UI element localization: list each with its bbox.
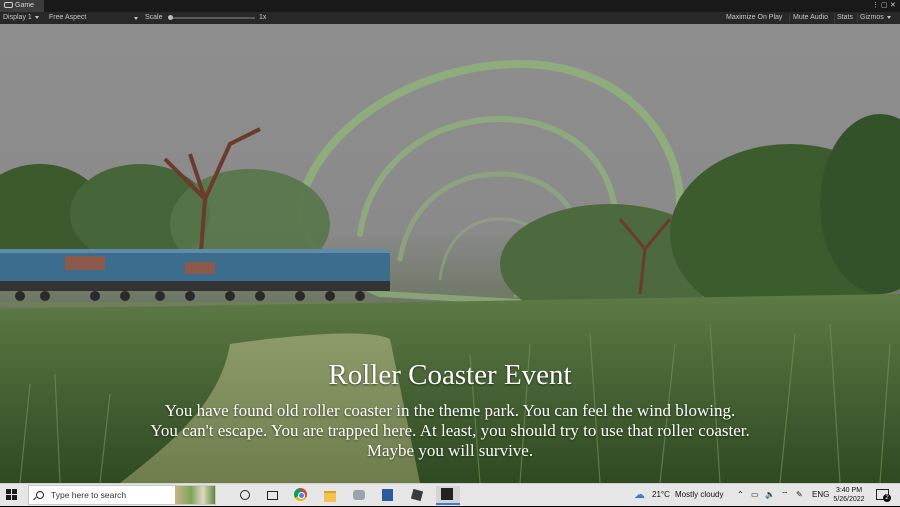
pen-icon[interactable]: ✎ bbox=[796, 484, 803, 507]
system-clock[interactable]: 3:40 PM 5/26/2022 bbox=[826, 486, 872, 504]
notification-badge: 2 bbox=[883, 494, 891, 502]
cortana-icon[interactable] bbox=[238, 488, 252, 502]
gamepad-icon bbox=[4, 2, 13, 9]
chrome-icon[interactable] bbox=[294, 488, 308, 502]
display-dropdown-label: Display 1 bbox=[3, 14, 32, 21]
search-placeholder: Type here to search bbox=[51, 490, 127, 500]
scale-value: 1x bbox=[259, 14, 267, 21]
toolbar-divider bbox=[857, 13, 858, 23]
taskbar-search-box[interactable]: Type here to search bbox=[28, 485, 216, 505]
coaster-train bbox=[0, 249, 420, 307]
game-viewport[interactable]: Roller Coaster Event You have found old … bbox=[0, 24, 900, 483]
search-highlight-image bbox=[175, 486, 215, 504]
mute-audio-toggle[interactable]: Mute Audio bbox=[793, 12, 828, 24]
event-title: Roller Coaster Event bbox=[328, 359, 572, 391]
clock-date: 5/26/2022 bbox=[833, 496, 865, 503]
notification-icon[interactable]: 2 bbox=[876, 489, 891, 502]
toolbar-divider bbox=[789, 13, 790, 23]
toolbar-divider bbox=[834, 13, 835, 23]
game-toolbar: Display 1 Free Aspect Scale 1x Maximize … bbox=[0, 12, 900, 24]
maximize-window-icon[interactable]: ▢ bbox=[881, 0, 888, 12]
scale-slider-track[interactable] bbox=[170, 17, 255, 19]
app-icon[interactable] bbox=[352, 488, 366, 502]
file-explorer-icon[interactable] bbox=[323, 488, 337, 502]
game-tab[interactable]: Game bbox=[0, 0, 44, 12]
battery-icon[interactable]: ▭ bbox=[751, 484, 759, 507]
chevron-down-icon bbox=[886, 15, 891, 19]
chevron-down-icon bbox=[34, 15, 39, 19]
trees-right bbox=[500, 114, 900, 324]
more-options-icon[interactable]: ⋮ bbox=[872, 0, 879, 12]
weather-condition[interactable]: Mostly cloudy bbox=[675, 484, 723, 507]
stats-toggle[interactable]: Stats bbox=[837, 12, 853, 24]
clock-time: 3:40 PM bbox=[835, 487, 863, 494]
close-window-icon[interactable]: ✕ bbox=[890, 0, 896, 12]
description-line: You have found old roller coaster in the… bbox=[164, 401, 736, 420]
description-line: You can't escape. You are trapped here. … bbox=[150, 421, 750, 440]
unity-taskbar-button[interactable] bbox=[436, 486, 460, 505]
chevron-down-icon bbox=[134, 17, 138, 20]
weather-cloud-icon[interactable]: ☁ bbox=[634, 484, 645, 507]
roblox-icon[interactable] bbox=[410, 488, 424, 502]
editor-app-icon[interactable] bbox=[381, 488, 395, 502]
display-dropdown[interactable]: Display 1 bbox=[3, 12, 39, 24]
windows-taskbar: Type here to search ☁ 21°C Mostly cloudy… bbox=[0, 483, 900, 506]
chevron-up-icon[interactable]: ⌃ bbox=[737, 484, 744, 507]
wifi-icon[interactable]: ⌔ bbox=[781, 484, 789, 507]
task-view-icon[interactable] bbox=[265, 488, 279, 502]
aspect-dropdown[interactable]: Free Aspect bbox=[49, 12, 139, 24]
weather-temperature[interactable]: 21°C bbox=[652, 484, 670, 507]
windows-start-icon[interactable] bbox=[6, 489, 18, 501]
description-line: Maybe you will survive. bbox=[366, 441, 534, 460]
search-icon bbox=[36, 491, 44, 499]
aspect-dropdown-label: Free Aspect bbox=[49, 14, 87, 21]
gizmos-dropdown-label: Gizmos bbox=[860, 14, 884, 21]
event-description: You have found old roller coaster in the… bbox=[60, 401, 840, 461]
scale-label: Scale bbox=[145, 14, 163, 21]
maximize-on-play-toggle[interactable]: Maximize On Play bbox=[726, 12, 782, 24]
editor-tab-bar: Game ⋮ ▢ ✕ bbox=[0, 0, 900, 12]
scale-slider-handle[interactable] bbox=[168, 15, 173, 20]
game-tab-label: Game bbox=[15, 2, 35, 9]
gizmos-dropdown[interactable]: Gizmos bbox=[860, 12, 891, 24]
volume-icon[interactable]: 🔈 bbox=[765, 484, 775, 507]
